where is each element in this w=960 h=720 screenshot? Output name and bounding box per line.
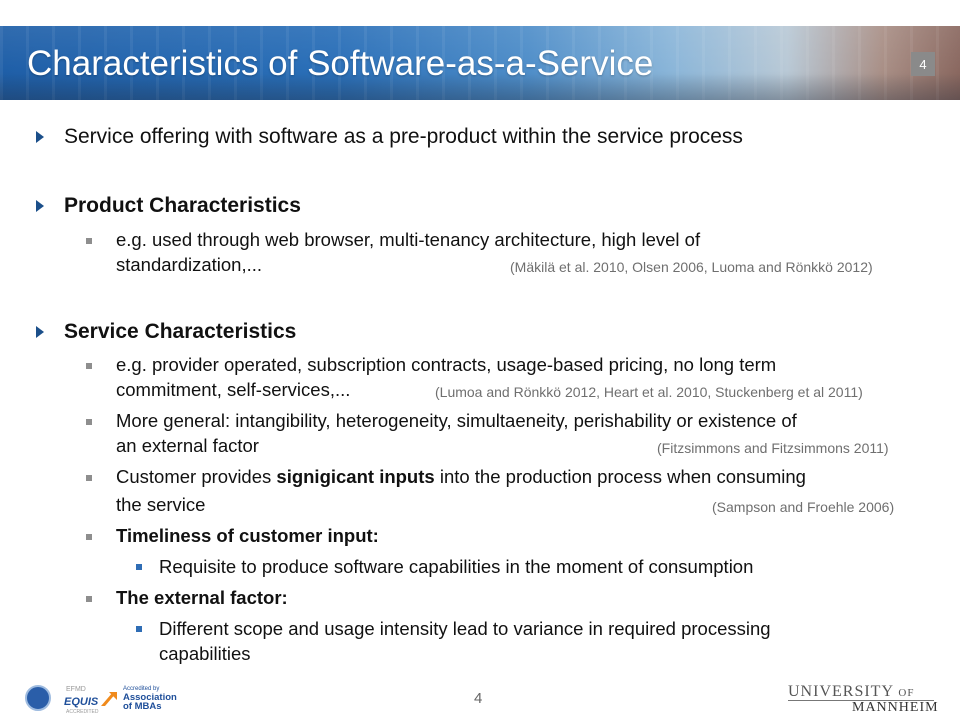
equis-logo: EQUIS: [64, 696, 99, 708]
citation-service-1: (Lumoa and Rönkkö 2012, Heart et al. 201…: [435, 384, 863, 400]
amba-logo-line2: of MBAs: [123, 701, 162, 712]
accreditation-seal-logo: [25, 685, 51, 711]
bullet-service-offering: Service offering with software as a pre-…: [64, 125, 743, 148]
amba-logo: Association of MBAs: [123, 693, 177, 712]
bullet-arrow-icon: [36, 131, 44, 143]
university-logo-line1: UNIVERSITY OF: [788, 683, 914, 701]
sub-bullet-square-icon: [86, 475, 92, 481]
citation-service-2: (Fitzsimmons and Fitzsimmons 2011): [657, 440, 889, 456]
service-sub2-line2: an external factor: [116, 435, 259, 456]
service-sub1-line2: commitment, self-services,...: [116, 379, 351, 400]
service-sub3-line1: Customer provides signigicant inputs int…: [116, 466, 806, 488]
sub-bullet-square-icon: [86, 596, 92, 602]
sub-bullet-square-icon: [86, 534, 92, 540]
bullet-product-characteristics: Product Characteristics: [64, 194, 301, 217]
university-word: UNIVERSITY: [788, 683, 894, 700]
product-sub-line1: e.g. used through web browser, multi-ten…: [116, 229, 701, 250]
service-sub3-line2: the service: [116, 494, 206, 515]
service-sub4-timeliness: Timeliness of customer input:: [116, 525, 379, 546]
sub-bullet-square-icon: [86, 363, 92, 369]
subsub-bullet-square-icon: [136, 564, 142, 570]
university-of: OF: [898, 687, 915, 699]
amba-arrow-icon: [101, 692, 117, 706]
bullet-arrow-icon: [36, 200, 44, 212]
product-sub-line2: standardization,...: [116, 254, 263, 275]
sub-bullet-square-icon: [86, 419, 92, 425]
footer-page-number: 4: [474, 690, 483, 707]
service-sub3-pre: Customer provides: [116, 466, 277, 487]
bullet-service-characteristics: Service Characteristics: [64, 320, 297, 343]
slide-content: Service offering with software as a pre-…: [0, 0, 960, 720]
bullet-arrow-icon: [36, 326, 44, 338]
service-sub3-bold: signigicant inputs: [276, 466, 435, 487]
service-sub5-external-factor: The external factor:: [116, 587, 288, 608]
sub-bullet-square-icon: [86, 238, 92, 244]
equis-logo-small-text: EFMD: [66, 686, 86, 693]
citation-service-3: (Sampson and Froehle 2006): [712, 499, 895, 515]
university-logo-line2: MANNHEIM: [852, 700, 939, 715]
service-sub2-line1: More general: intangibility, heterogenei…: [116, 410, 797, 431]
service-sub1-line1: e.g. provider operated, subscription con…: [116, 354, 777, 375]
service-sub3-post: into the production process when consumi…: [434, 466, 806, 487]
citation-product: (Mäkilä et al. 2010, Olsen 2006, Luoma a…: [510, 259, 873, 275]
subsub-bullet-square-icon: [136, 626, 142, 632]
external-factor-sub1-line2: capabilities: [159, 643, 251, 664]
equis-logo-sub: ACCREDITED: [66, 709, 99, 715]
external-factor-sub1-line1: Different scope and usage intensity lead…: [159, 618, 771, 639]
timeliness-sub1: Requisite to produce software capabiliti…: [159, 556, 754, 577]
